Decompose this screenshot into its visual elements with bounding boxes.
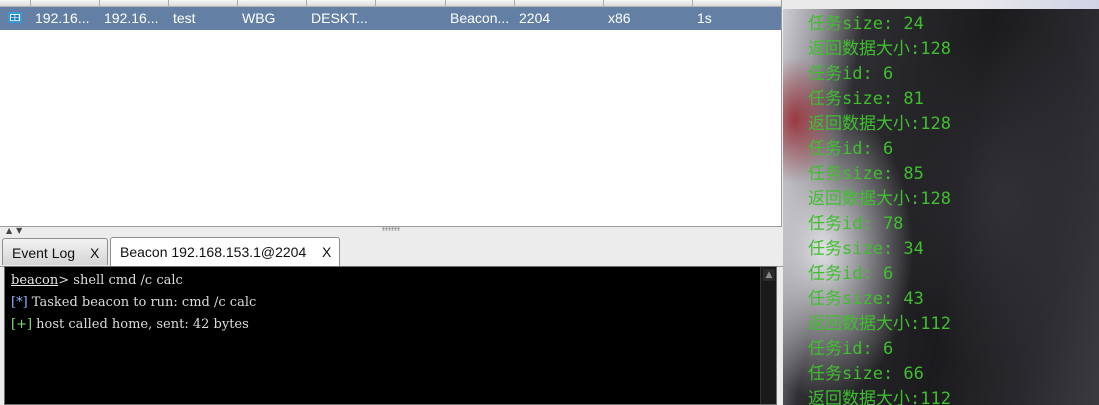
scroll-up-icon[interactable]: ▲ [763,269,775,281]
output-line: 任务size: 85 [808,164,924,184]
console-tag: [*] [11,295,28,310]
cell-pid: 2204 [519,10,551,26]
cell-internal-ip: 192.16... [104,10,159,26]
output-line: 任务size: 43 [808,289,924,309]
output-line: 任务id: 6 [808,64,894,84]
tab-close-button[interactable]: X [322,244,331,260]
console-command-line: beacon> shell cmd /c calc [11,273,183,288]
cell-process: Beacon... [450,10,510,26]
console-line: [*] Tasked beacon to run: cmd /c calc [11,295,256,310]
cell-external-ip: 192.16... [35,10,90,26]
cell-user: test [173,10,196,26]
output-line: 返回数据大小:128 [808,39,951,59]
output-line: 任务id: 6 [808,139,894,159]
tab-bar: Event Log X Beacon 192.168.153.1@2204 X [0,236,783,267]
console-tag: [+] [11,317,33,332]
output-line: 返回数据大小:128 [808,189,951,209]
output-line: 任务size: 24 [808,14,924,34]
console-line: [+] host called home, sent: 42 bytes [11,317,249,332]
console-text: Tasked beacon to run: cmd /c calc [27,295,257,310]
output-line: 任务size: 34 [808,239,924,259]
tab-close-button[interactable]: X [90,245,99,261]
cell-computer: WBG [242,10,276,26]
cell-last: 1s [697,10,712,26]
table-row[interactable]: 192.16... 192.16... test WBG DESKT... Be… [0,7,781,30]
output-line: 任务id: 6 [808,339,894,359]
tab-event-log[interactable]: Event Log X [2,238,108,265]
windows-icon [8,12,22,23]
top-strip [783,0,1099,9]
console-prompt-sep: > [58,273,70,288]
tab-beacon[interactable]: Beacon 192.168.153.1@2204 X [110,237,340,266]
console-scrollbar[interactable]: ▲ [760,267,776,404]
console-command: shell cmd /c calc [69,273,183,288]
cell-note: DESKT... [311,10,368,26]
output-line: 任务size: 66 [808,364,924,384]
sessions-table: 192.16... 192.16... test WBG DESKT... Be… [0,0,782,227]
splitter-grip[interactable] [382,227,400,231]
beacon-client-window: 192.16... 192.16... test WBG DESKT... Be… [0,0,783,405]
output-line: 返回数据大小:112 [808,314,951,334]
table-header [0,0,781,7]
output-terminal: 任务size: 24 返回数据大小:128 任务id: 6 任务size: 81 返回数… [783,0,1099,405]
output-line: 返回数据大小:128 [808,114,951,134]
splitter-arrows-icon[interactable]: ▲▼ [6,226,26,235]
beacon-console[interactable]: beacon> shell cmd /c calc [*] Tasked bea… [4,266,777,405]
output-line: 返回数据大小:112 [808,389,951,405]
console-prompt: beacon [11,273,59,288]
console-text: host called home, sent: 42 bytes [32,317,249,332]
output-line: 任务id: 78 [808,214,904,234]
output-line: 任务size: 81 [808,89,924,109]
tab-label: Event Log [12,245,76,261]
cell-arch: x86 [608,10,631,26]
tab-label: Beacon 192.168.153.1@2204 [120,244,307,260]
output-line: 任务id: 6 [808,264,894,284]
